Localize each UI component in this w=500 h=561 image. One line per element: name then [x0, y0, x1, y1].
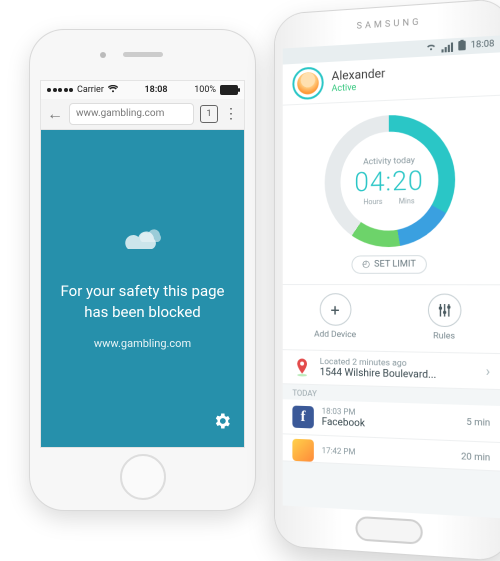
avatar — [292, 66, 323, 100]
samsung-screen: 18:08 Alexander Active Activity today 04… — [283, 35, 500, 518]
samsung-device: SAMSUNG 18:08 Alexander Active — [275, 0, 500, 561]
blocked-site-label: www.gambling.com — [94, 337, 191, 350]
signal-icon — [47, 88, 73, 92]
chevron-right-icon: › — [486, 363, 491, 380]
wifi-icon — [425, 42, 435, 54]
mins-label: Mins — [399, 197, 415, 206]
add-device-button[interactable]: + Add Device — [283, 285, 389, 351]
profile-name: Alexander — [332, 67, 386, 83]
iphone-device: Carrier 18:08 100% ← www.gambling.com 1 … — [30, 30, 255, 510]
battery-icon — [220, 85, 238, 95]
iphone-home-button[interactable] — [120, 454, 166, 500]
iphone-screen: Carrier 18:08 100% ← www.gambling.com 1 … — [40, 80, 245, 448]
brand-label: SAMSUNG — [275, 12, 500, 37]
battery-pct-label: 100% — [194, 85, 216, 95]
settings-button[interactable] — [212, 411, 232, 435]
app-duration: 20 min — [461, 452, 490, 464]
facebook-icon: f — [292, 406, 313, 429]
ios-status-bar: Carrier 18:08 100% — [41, 81, 244, 99]
app-duration: 5 min — [466, 418, 490, 429]
app-icon — [292, 439, 313, 462]
set-limit-button[interactable]: ◴ SET LIMIT — [351, 255, 427, 274]
battery-icon — [458, 39, 465, 53]
quick-actions: + Add Device Rules — [283, 285, 500, 354]
wifi-icon — [108, 85, 118, 96]
sliders-icon — [427, 294, 461, 328]
iphone-camera — [100, 52, 106, 58]
samsung-body: SAMSUNG 18:08 Alexander Active — [275, 0, 500, 561]
iphone-speaker — [123, 52, 163, 57]
menu-icon[interactable]: ⋮ — [224, 107, 238, 121]
blocked-page: For your safety this page has been block… — [41, 130, 244, 447]
hours-label: Hours — [363, 198, 382, 207]
activity-time: 04:20 — [354, 166, 423, 199]
plus-icon: + — [319, 293, 351, 326]
tabs-button[interactable]: 1 — [200, 105, 218, 123]
clock-label: 18:08 — [145, 85, 168, 95]
activity-card: Activity today 04:20 Hours Mins ◴ SET LI… — [283, 96, 500, 286]
location-address: 1544 Wilshire Boulevard... — [320, 367, 477, 382]
signal-icon — [441, 42, 453, 52]
back-button[interactable]: ← — [47, 104, 63, 124]
clock-icon: ◴ — [362, 260, 370, 270]
address-bar[interactable]: www.gambling.com — [69, 103, 194, 125]
cloud-icon — [120, 227, 166, 263]
activity-ring[interactable]: Activity today 04:20 Hours Mins — [325, 112, 455, 247]
app-time: 17:42 PM — [322, 446, 453, 462]
map-pin-icon — [292, 357, 311, 378]
blocked-message: For your safety this page has been block… — [59, 281, 226, 323]
profile-status: Active — [332, 81, 386, 94]
samsung-home-button[interactable] — [355, 516, 422, 545]
browser-toolbar: ← www.gambling.com 1 ⋮ — [41, 99, 244, 130]
android-clock-label: 18:08 — [471, 39, 495, 51]
rules-button[interactable]: Rules — [389, 285, 500, 353]
carrier-label: Carrier — [77, 85, 104, 95]
